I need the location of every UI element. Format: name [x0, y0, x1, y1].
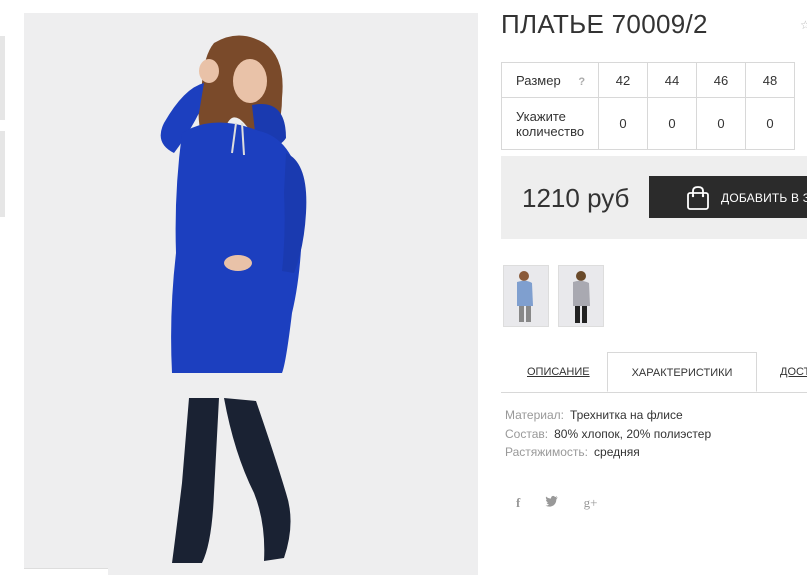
size-quantity-table: Размер ? 42 44 46 48 Укажите количество … — [501, 62, 795, 150]
product-tabs: ОПИСАНИЕ ХАРАКТЕРИСТИКИ ДОСТ — [501, 352, 807, 393]
characteristic-row: Материал: Трехнитка на флисе — [505, 406, 711, 425]
google-plus-icon[interactable]: g+ — [584, 495, 598, 511]
characteristic-key: Материал: — [505, 408, 564, 422]
product-thumbnail[interactable] — [503, 265, 549, 327]
social-share: f g+ — [516, 495, 618, 511]
quantity-input-48[interactable]: 0 — [745, 97, 795, 150]
characteristic-value: Трехнитка на флисе — [569, 408, 683, 422]
product-title: ПЛАТЬЕ 70009/2 — [501, 9, 708, 39]
price: 1210 руб — [522, 183, 630, 213]
characteristic-key: Состав: — [505, 426, 549, 441]
tab-characteristics[interactable]: ХАРАКТЕРИСТИКИ — [607, 352, 757, 392]
quantity-input-46[interactable]: 0 — [696, 97, 746, 150]
size-48: 48 — [745, 62, 795, 98]
photo-caption-bar — [24, 568, 108, 575]
add-to-cart-label: ДОБАВИТЬ В ЗА — [721, 191, 807, 205]
characteristic-value: средняя — [594, 445, 640, 459]
quantity-input-44[interactable]: 0 — [647, 97, 697, 150]
help-icon[interactable]: ? — [578, 76, 585, 88]
product-thumbnail[interactable] — [558, 265, 604, 327]
favorite-icon[interactable]: ☆ — [800, 18, 807, 32]
product-main-photo[interactable] — [24, 13, 478, 575]
twitter-icon[interactable] — [545, 495, 559, 510]
thumbnail-strip — [0, 0, 22, 575]
characteristic-key: Растяжимость: — [505, 445, 589, 459]
characteristic-value: 80% хлопок, 20% полиэстер — [554, 426, 712, 441]
characteristics-list: Материал: Трехнитка на флисе Состав: 80% х… — [505, 406, 711, 462]
price-box: 1210 руб ДОБАВИТЬ В ЗА — [501, 156, 807, 239]
characteristic-row: Растяжимость: средняя — [505, 443, 711, 462]
size-46: 46 — [696, 62, 746, 98]
thumbnail-edge[interactable] — [0, 36, 5, 120]
facebook-icon[interactable]: f — [516, 495, 520, 511]
size-label-cell: Размер ? — [501, 62, 599, 98]
shopping-bag-icon — [687, 186, 709, 210]
size-42: 42 — [598, 62, 648, 98]
characteristic-row: Состав: 80% хлопок, 20% полиэстер — [505, 425, 711, 444]
quantity-label: Укажите количество — [501, 97, 599, 150]
thumbnail-edge[interactable] — [0, 131, 5, 217]
tab-description[interactable]: ОПИСАНИЕ — [527, 352, 590, 392]
size-44: 44 — [647, 62, 697, 98]
tab-delivery[interactable]: ДОСТ — [780, 352, 807, 392]
add-to-cart-button[interactable]: ДОБАВИТЬ В ЗА — [649, 176, 807, 218]
size-label: Размер — [516, 72, 561, 88]
quantity-input-42[interactable]: 0 — [598, 97, 648, 150]
